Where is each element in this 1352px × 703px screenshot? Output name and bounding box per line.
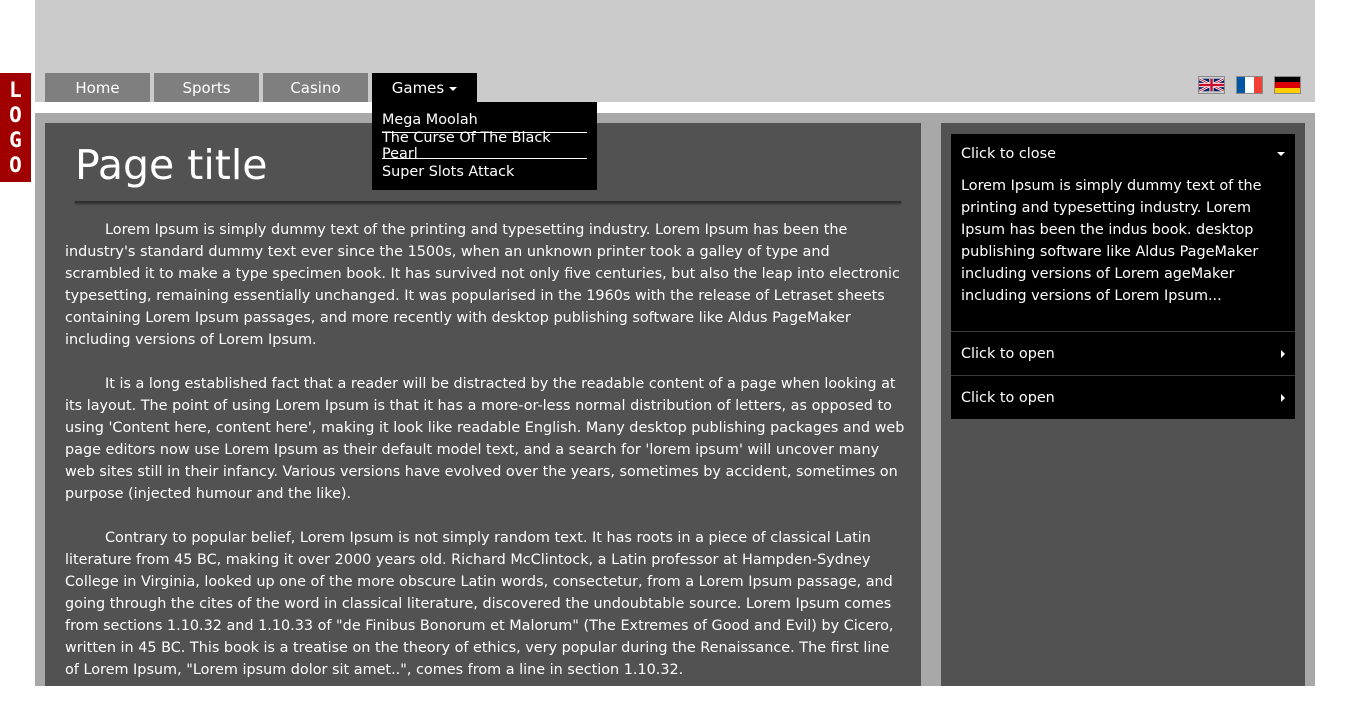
paragraph: Contrary to popular belief, Lorem Ipsum … [65,530,894,678]
dropdown-item-label: Super Slots Attack [382,164,515,180]
language-switcher [1198,76,1301,94]
accordion-panel: Lorem Ipsum is simply dummy text of the … [961,178,1262,304]
dropdown-item-label: Mega Moolah [382,111,478,128]
germany-flag-icon[interactable] [1274,76,1301,94]
article-body: Lorem Ipsum is simply dummy text of the … [65,219,905,703]
caret-down-icon [449,86,458,91]
nav-sports[interactable]: Sports [154,73,259,102]
nav-home-label: Home [75,78,120,97]
logo-letter: O [9,152,22,177]
main-nav: Home Sports Casino Games [45,73,481,102]
games-dropdown: Mega Moolah The Curse Of The Black Pearl… [372,102,597,190]
title-divider [75,201,901,203]
main-content: Page title Lorem Ipsum is simply dummy t… [45,123,921,686]
nav-home[interactable]: Home [45,73,150,102]
nav-casino-label: Casino [290,78,341,97]
paragraph: Lorem Ipsum is simply dummy text of the … [65,222,900,348]
accordion: Click to close Lorem Ipsum is simply dum… [951,134,1295,419]
nav-sports-label: Sports [182,78,231,97]
paragraph: It is a long established fact that a rea… [65,376,905,502]
accordion-header-open[interactable]: Click to close [951,134,1295,173]
caret-right-icon [1281,393,1285,402]
sidebar: Click to close Lorem Ipsum is simply dum… [941,123,1305,686]
dropdown-item-super-slots[interactable]: Super Slots Attack [382,159,587,185]
nav-casino[interactable]: Casino [263,73,368,102]
accordion-header-closed[interactable]: Click to open [951,376,1295,419]
uk-flag-icon[interactable] [1198,76,1225,94]
page-title: Page title [75,141,268,189]
accordion-header-label: Click to open [961,345,1055,362]
caret-down-icon [1277,151,1285,156]
nav-games[interactable]: Games [372,73,477,102]
accordion-header-label: Click to open [961,389,1055,406]
accordion-header-closed[interactable]: Click to open [951,332,1295,375]
france-flag-icon[interactable] [1236,76,1263,94]
header-divider [35,102,1315,113]
accordion-header-label: Click to close [961,145,1056,162]
logo-letter: G [9,127,22,152]
logo-letter: L [9,77,22,102]
logo[interactable]: L O G O [0,73,31,182]
dropdown-item-label: The Curse Of The Black Pearl [382,129,551,162]
dropdown-item-black-pearl[interactable]: The Curse Of The Black Pearl [382,129,587,162]
logo-letter: O [9,102,22,127]
nav-games-label: Games [391,78,445,97]
caret-right-icon [1281,349,1285,358]
